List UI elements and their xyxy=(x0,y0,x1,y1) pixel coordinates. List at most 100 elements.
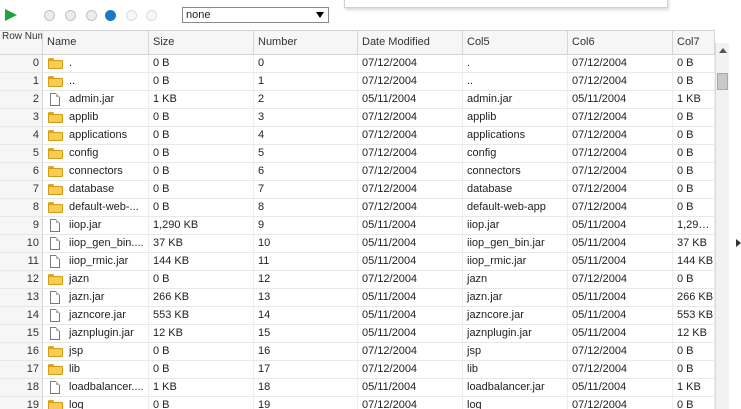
chevron-down-icon[interactable] xyxy=(316,12,324,18)
cell-name: default-web-... xyxy=(43,199,149,216)
cell-col5: jazn.jar xyxy=(463,289,568,306)
cell-col6: 07/12/2004 xyxy=(568,199,673,216)
filter-select[interactable]: none xyxy=(182,7,329,23)
cell-name: iiop_gen_bin.... xyxy=(43,235,149,252)
cell-col6: 07/12/2004 xyxy=(568,145,673,162)
table-row[interactable]: 4 applications 0 B 4 07/12/2004 applications 0… xyxy=(0,127,715,145)
table-row[interactable]: 9 iiop.jar 1,290 KB 9 05/11/2004 iiop.jar 05/1… xyxy=(0,217,715,235)
radio-button-3[interactable] xyxy=(86,10,97,21)
cell-name: iiop_rmic.jar xyxy=(43,253,149,270)
cell-col5: .. xyxy=(463,73,568,90)
table-row[interactable]: 14 jazncore.jar 553 KB 14 05/11/2004 jazncore… xyxy=(0,307,715,325)
table-row[interactable]: 16 jsp 0 B 16 07/12/2004 jsp 07/12/2004 0 B xyxy=(0,343,715,361)
cell-col6: 07/12/2004 xyxy=(568,73,673,90)
cell-col5: applications xyxy=(463,127,568,144)
play-icon[interactable] xyxy=(5,9,17,21)
cell-row-number: 12 xyxy=(0,271,43,288)
cell-date-modified: 05/11/2004 xyxy=(358,217,463,234)
table-row[interactable]: 1.. 0 B 1 07/12/2004.. 07/12/2004 0 B xyxy=(0,73,715,91)
cell-number: 0 xyxy=(254,55,358,72)
table-row[interactable]: 6 connectors 0 B 6 07/12/2004 connectors 07/12… xyxy=(0,163,715,181)
filter-select-value: none xyxy=(186,9,211,21)
cell-row-number: 17 xyxy=(0,361,43,378)
column-header-name[interactable]: Name xyxy=(43,31,149,55)
table-row[interactable]: 13 jazn.jar 266 KB 13 05/11/2004 jazn.jar 05/1… xyxy=(0,289,715,307)
cell-size: 12 KB xyxy=(149,325,254,342)
column-header-col6[interactable]: Col6 xyxy=(568,31,673,55)
cell-size: 0 B xyxy=(149,361,254,378)
folder-icon xyxy=(48,274,63,285)
cell-name: jsp xyxy=(43,343,149,360)
cell-name: jaznplugin.jar xyxy=(43,325,149,342)
table-row[interactable]: 7 database 0 B 7 07/12/2004 database 07/12/200… xyxy=(0,181,715,199)
table-row[interactable]: 11 iiop_rmic.jar 144 KB 11 05/11/2004 iiop_rm… xyxy=(0,253,715,271)
cell-row-number: 16 xyxy=(0,343,43,360)
cell-col5: connectors xyxy=(463,163,568,180)
cell-number: 19 xyxy=(254,397,358,409)
radio-button-4-selected[interactable] xyxy=(105,10,116,21)
cell-row-number: 3 xyxy=(0,109,43,126)
cell-row-number: 15 xyxy=(0,325,43,342)
cell-row-number: 9 xyxy=(0,217,43,234)
file-table: Row NumberNameSizeNumberDate ModifiedCol… xyxy=(0,30,731,409)
cell-number: 18 xyxy=(254,379,358,396)
radio-button-6[interactable] xyxy=(146,10,157,21)
cell-row-number: 18 xyxy=(0,379,43,396)
cell-col7: 0 B xyxy=(673,181,715,198)
scroll-up-icon[interactable] xyxy=(719,48,727,53)
cell-col5: default-web-app xyxy=(463,199,568,216)
cell-row-number: 1 xyxy=(0,73,43,90)
table-row[interactable]: 10 iiop_gen_bin.... 37 KB 10 05/11/2004 iiop_… xyxy=(0,235,715,253)
table-row[interactable]: 2 admin.jar 1 KB 2 05/11/2004 admin.jar 05/11/… xyxy=(0,91,715,109)
file-icon xyxy=(50,237,60,250)
cell-number: 4 xyxy=(254,127,358,144)
cell-size: 1,290 KB xyxy=(149,217,254,234)
expand-right-icon[interactable] xyxy=(736,239,741,247)
vertical-scrollbar[interactable] xyxy=(715,43,729,409)
cell-name: config xyxy=(43,145,149,162)
cell-row-number: 10 xyxy=(0,235,43,252)
cell-col5: jazncore.jar xyxy=(463,307,568,324)
folder-icon xyxy=(48,400,63,409)
cell-row-number: 19 xyxy=(0,397,43,409)
cell-date-modified: 07/12/2004 xyxy=(358,109,463,126)
table-row[interactable]: 8 default-web-... 0 B 8 07/12/2004 default-we… xyxy=(0,199,715,217)
radio-button-1[interactable] xyxy=(44,10,55,21)
folder-icon xyxy=(48,76,63,87)
column-header-size[interactable]: Size xyxy=(149,31,254,55)
cell-size: 0 B xyxy=(149,199,254,216)
cell-size: 0 B xyxy=(149,109,254,126)
column-header-col7[interactable]: Col7 xyxy=(673,31,715,55)
table-row[interactable]: 5 config 0 B 5 07/12/2004 config 07/12/2004 0 B xyxy=(0,145,715,163)
cell-col7: 0 B xyxy=(673,127,715,144)
cell-number: 12 xyxy=(254,271,358,288)
cell-row-number: 7 xyxy=(0,181,43,198)
column-header-number[interactable]: Number xyxy=(254,31,358,55)
cell-size: 0 B xyxy=(149,163,254,180)
cell-col5: loadbalancer.jar xyxy=(463,379,568,396)
table-row[interactable]: 15 jaznplugin.jar 12 KB 15 05/11/2004 jaznplu… xyxy=(0,325,715,343)
cell-size: 1 KB xyxy=(149,379,254,396)
table-row[interactable]: 17 lib 0 B 17 07/12/2004 lib 07/12/2004 0 B xyxy=(0,361,715,379)
cell-col5: applib xyxy=(463,109,568,126)
table-row[interactable]: 19 log 0 B 19 07/12/2004 log 07/12/2004 0 B xyxy=(0,397,715,409)
table-row[interactable]: 0.0 B 0 07/12/2004. 07/12/2004 0 B xyxy=(0,55,715,73)
scrollbar-thumb[interactable] xyxy=(717,73,728,90)
radio-button-5[interactable] xyxy=(126,10,137,21)
cell-name: connectors xyxy=(43,163,149,180)
file-name-text: . xyxy=(69,57,73,69)
file-name-text: iiop.jar xyxy=(69,219,102,231)
file-name-text: database xyxy=(69,183,115,195)
radio-button-2[interactable] xyxy=(65,10,76,21)
cell-col7: 553 KB xyxy=(673,307,715,324)
column-header-date-modified[interactable]: Date Modified xyxy=(358,31,463,55)
table-row[interactable]: 3 applib 0 B 3 07/12/2004 applib 07/12/2004 0 B xyxy=(0,109,715,127)
column-header-row-number[interactable]: Row Number xyxy=(0,31,43,55)
cell-date-modified: 07/12/2004 xyxy=(358,145,463,162)
column-header-col5[interactable]: Col5 xyxy=(463,31,568,55)
table-row[interactable]: 12 jazn 0 B 12 07/12/2004 jazn 07/12/2004 0 B xyxy=(0,271,715,289)
table-header: Row NumberNameSizeNumberDate ModifiedCol… xyxy=(0,30,715,55)
table-row[interactable]: 18 loadbalancer.... 1 KB 18 05/11/2004 loadba… xyxy=(0,379,715,397)
cell-col6: 07/12/2004 xyxy=(568,343,673,360)
cell-col5: jazn xyxy=(463,271,568,288)
